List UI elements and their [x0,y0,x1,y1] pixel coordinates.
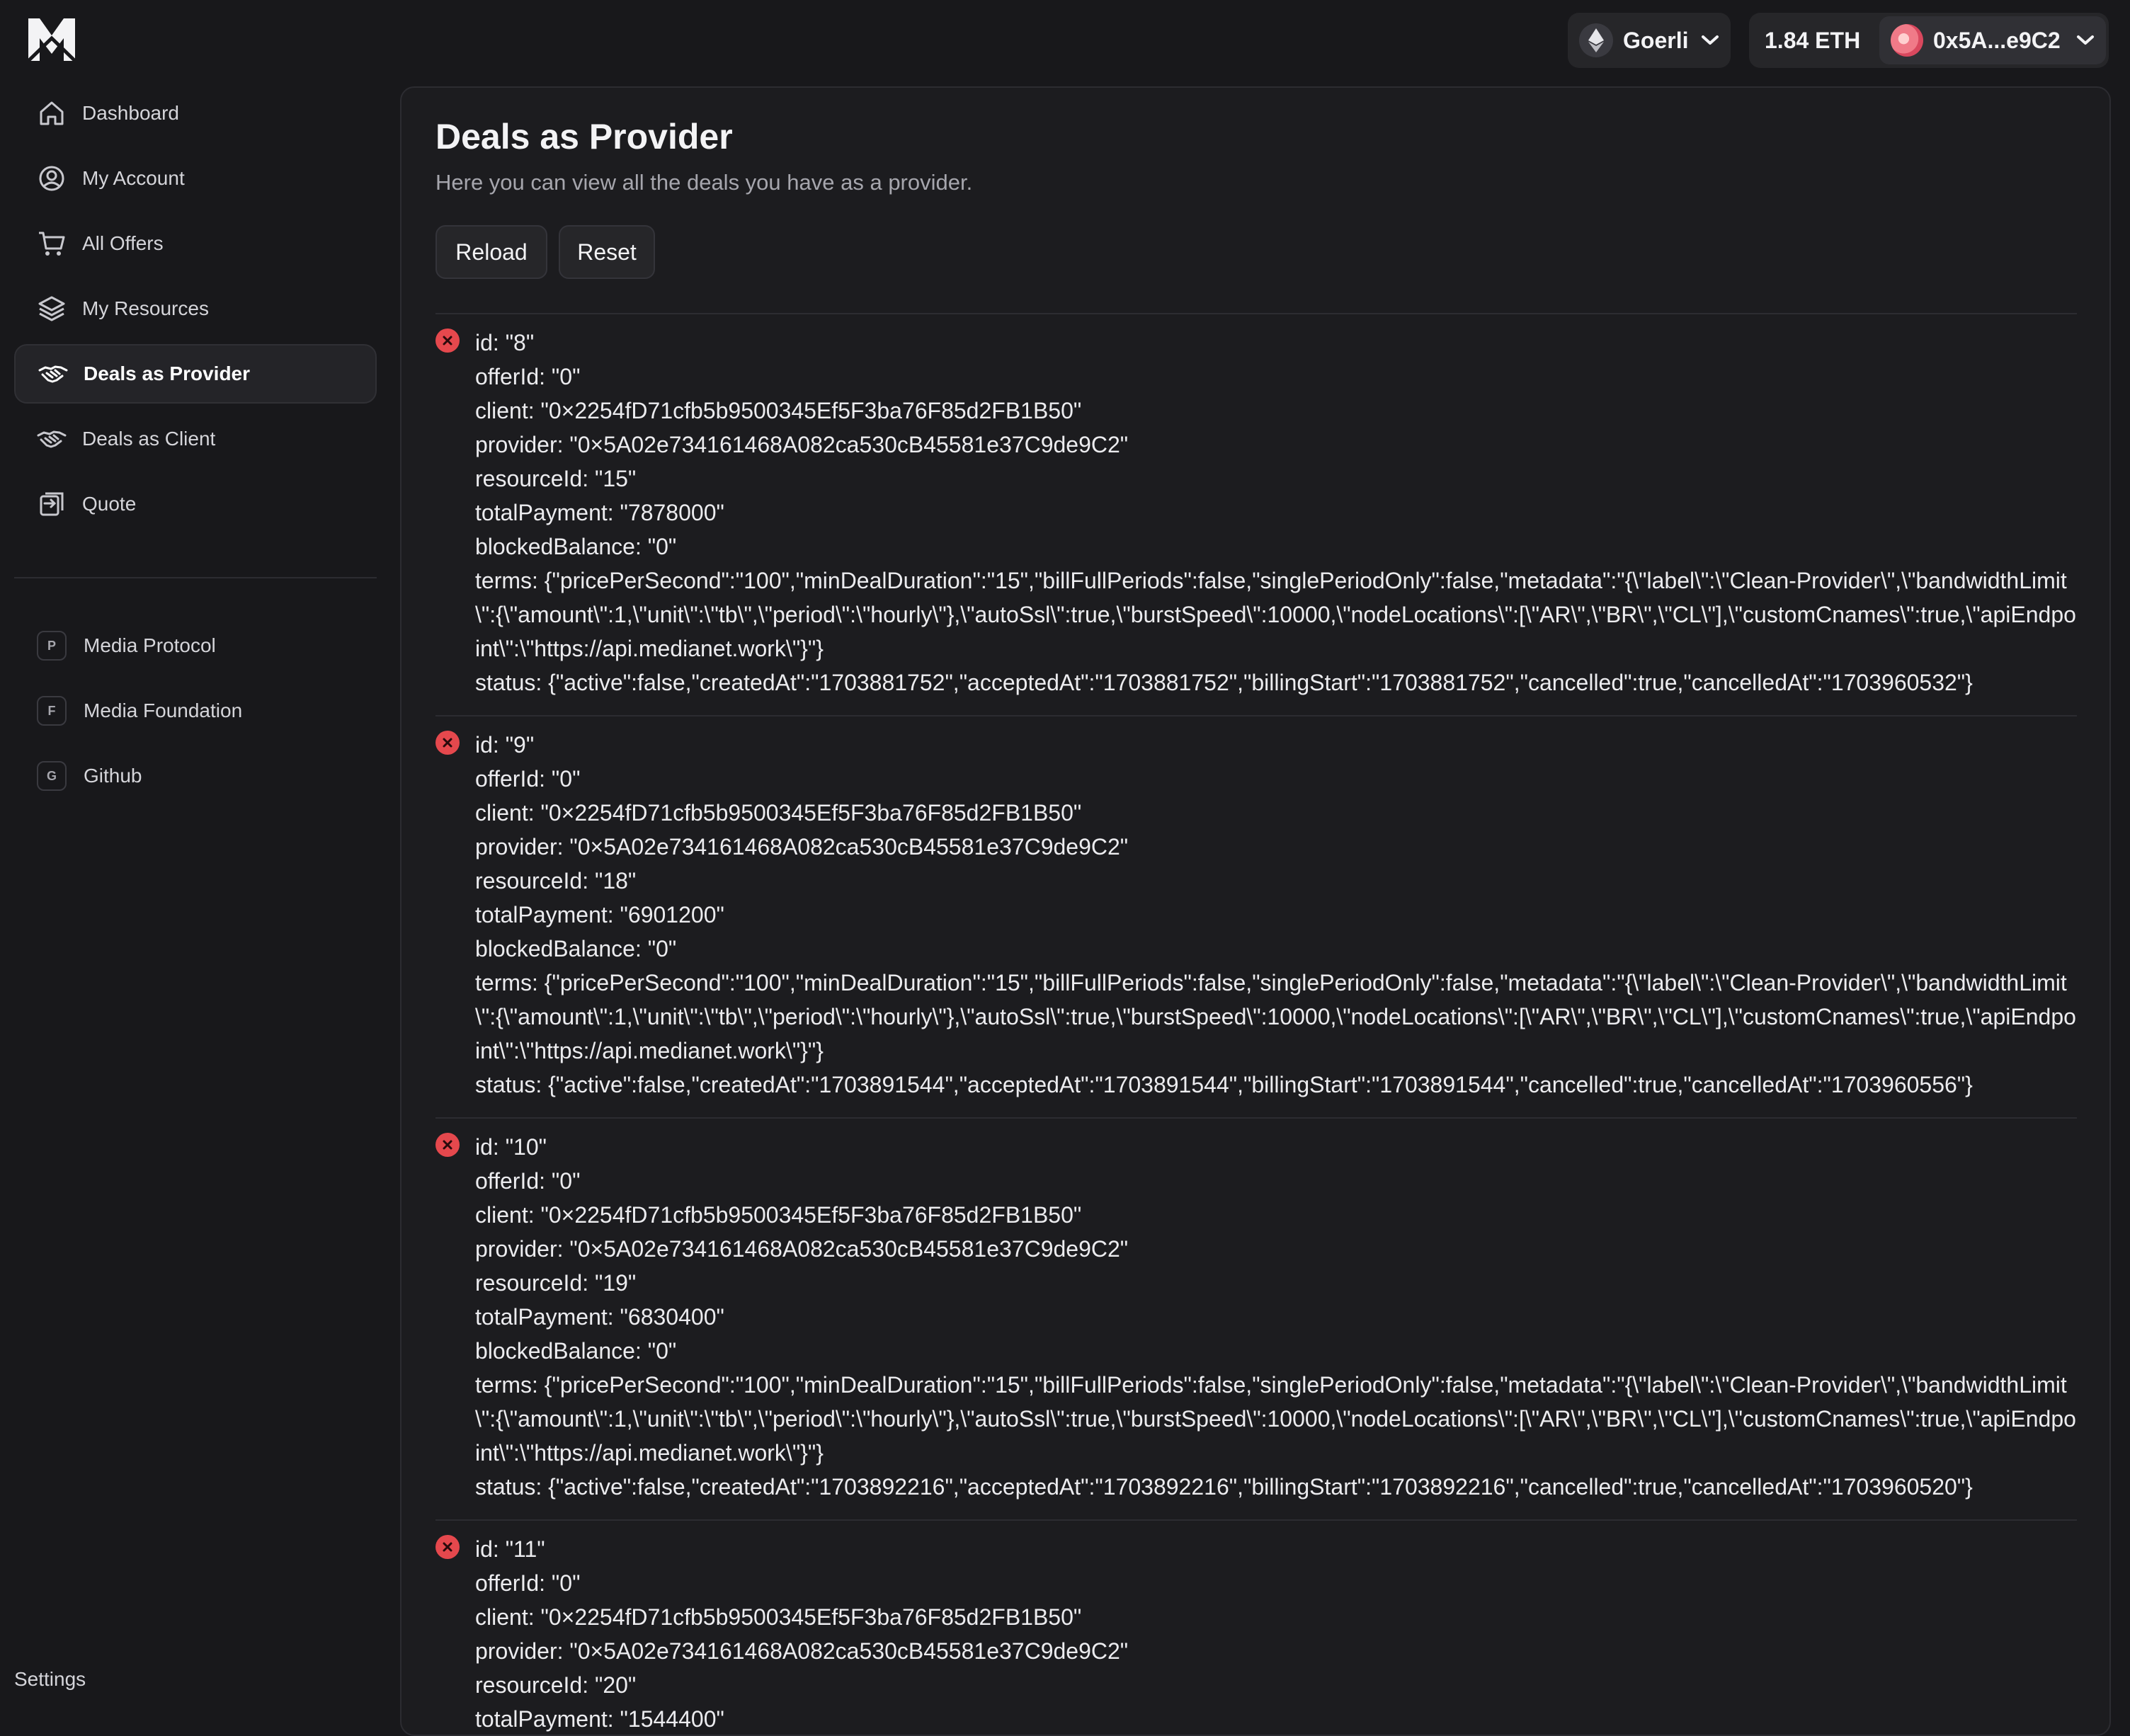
sidebar-item-label: All Offers [82,232,164,254]
deal-total-payment: totalPayment: "6830400" [475,1304,724,1330]
deal-client: client: "0×2254fD71cfb5b9500345Ef5F3ba76… [475,1202,1082,1228]
deals-list: id: "8" offerId: "0" client: "0×2254fD71… [435,313,2077,1735]
cancelled-status-icon [435,1133,460,1157]
deal-id: id: "8" [475,330,535,355]
list-item: id: "11" offerId: "0" client: "0×2254fD7… [435,1521,2077,1735]
deal-offer-id: offerId: "0" [475,364,581,389]
chevron-down-icon [1702,35,1719,45]
deal-resource-id: resourceId: "20" [475,1672,637,1698]
sidebar-item-deals-as-provider[interactable]: Deals as Provider [14,344,377,404]
sidebar-item-label: My Resources [82,297,209,319]
deal-id: id: "9" [475,732,535,758]
sidebar-item-my-account[interactable]: My Account [14,149,377,208]
deal-client: client: "0×2254fD71cfb5b9500345Ef5F3ba76… [475,398,1082,423]
chevron-down-icon [2077,35,2094,45]
logo-mark-icon [27,18,76,62]
sidebar-item-all-offers[interactable]: All Offers [14,214,377,273]
letter-badge: P [37,631,67,661]
sidebar-item-label: Dashboard [82,102,179,124]
sidebar-item-label: Deals as Provider [84,362,251,384]
handshake-icon [37,424,67,454]
deal-client: client: "0×2254fD71cfb5b9500345Ef5F3ba76… [475,1604,1082,1630]
deal-terms: terms: {"pricePerSecond":"100","minDealD… [475,970,2076,1063]
app-logo[interactable] [27,17,76,62]
main-panel: Deals as Provider Here you can view all … [400,86,2111,1736]
list-item: id: "10" offerId: "0" client: "0×2254fD7… [435,1119,2077,1521]
link-media-protocol[interactable]: P Media Protocol [14,613,377,678]
deal-client: client: "0×2254fD71cfb5b9500345Ef5F3ba76… [475,800,1082,826]
network-selector[interactable]: Goerli [1568,13,1731,68]
deal-id: id: "10" [475,1134,547,1160]
cart-icon [37,229,67,258]
handshake-icon [38,359,68,389]
deal-provider: provider: "0×5A02e734161468A082ca530cB45… [475,1638,1129,1664]
user-circle-icon [37,164,67,193]
page-title: Deals as Provider [435,117,733,156]
cancelled-status-icon [435,329,460,353]
quote-icon [37,489,67,519]
deal-blocked-balance: blockedBalance: "0" [475,1338,677,1364]
deal-resource-id: resourceId: "18" [475,868,637,893]
reload-button[interactable]: Reload [435,225,547,279]
account-button[interactable]: 0x5A...e9C2 [1879,16,2106,64]
sidebar-item-quote[interactable]: Quote [14,474,377,534]
deal-offer-id: offerId: "0" [475,1168,581,1194]
sidebar-item-label: Deals as Client [82,428,216,450]
sidebar-divider [14,577,377,578]
sidebar-item-label: Quote [82,493,137,515]
ethereum-icon [1579,23,1613,57]
sidebar-item-my-resources[interactable]: My Resources [14,279,377,338]
deal-provider: provider: "0×5A02e734161468A082ca530cB45… [475,834,1129,860]
letter-badge: G [37,761,67,791]
layers-icon [37,294,67,324]
list-item: id: "9" offerId: "0" client: "0×2254fD71… [435,716,2077,1119]
letter-badge: F [37,696,67,726]
deal-blocked-balance: blockedBalance: "0" [475,534,677,559]
home-icon [37,98,67,128]
deal-status: status: {"active":false,"createdAt":"170… [475,670,1973,695]
deal-status: status: {"active":false,"createdAt":"170… [475,1474,1973,1500]
sidebar-item-dashboard[interactable]: Dashboard [14,84,377,143]
deal-total-payment: totalPayment: "1544400" [475,1706,724,1732]
deal-provider: provider: "0×5A02e734161468A082ca530cB45… [475,1236,1129,1262]
link-label: Media Protocol [84,634,216,656]
deal-total-payment: totalPayment: "6901200" [475,902,724,927]
cancelled-status-icon [435,1535,460,1559]
avatar [1891,24,1923,57]
deal-blocked-balance: blockedBalance: "0" [475,936,677,961]
network-label: Goerli [1623,27,1689,53]
eth-balance: 1.84 ETH [1765,27,1861,53]
account-address: 0x5A...e9C2 [1933,27,2061,53]
sidebar-item-label: My Account [82,167,185,189]
page-subtitle: Here you can view all the deals you have… [435,170,973,195]
deal-resource-id: resourceId: "19" [475,1270,637,1296]
sidebar-links: P Media Protocol F Media Foundation G Gi… [14,613,377,809]
reset-button[interactable]: Reset [559,225,655,279]
deal-id: id: "11" [475,1536,545,1562]
deal-terms: terms: {"pricePerSecond":"100","minDealD… [475,568,2076,661]
sidebar-item-deals-as-client[interactable]: Deals as Client [14,409,377,469]
link-label: Media Foundation [84,699,243,721]
deal-offer-id: offerId: "0" [475,1570,581,1596]
deal-provider: provider: "0×5A02e734161468A082ca530cB45… [475,432,1129,457]
deal-total-payment: totalPayment: "7878000" [475,500,724,525]
settings-link[interactable]: Settings [14,1668,86,1691]
deal-offer-id: offerId: "0" [475,766,581,792]
account-widget: 1.84 ETH 0x5A...e9C2 [1749,13,2109,68]
deal-resource-id: resourceId: "15" [475,466,637,491]
link-media-foundation[interactable]: F Media Foundation [14,678,377,743]
cancelled-status-icon [435,731,460,755]
link-github[interactable]: G Github [14,743,377,809]
deal-terms: terms: {"pricePerSecond":"100","minDealD… [475,1372,2076,1466]
list-item: id: "8" offerId: "0" client: "0×2254fD71… [435,314,2077,716]
deal-status: status: {"active":false,"createdAt":"170… [475,1072,1973,1097]
sidebar-nav: Dashboard My Account All Offers My Resou… [14,84,377,539]
link-label: Github [84,765,142,787]
